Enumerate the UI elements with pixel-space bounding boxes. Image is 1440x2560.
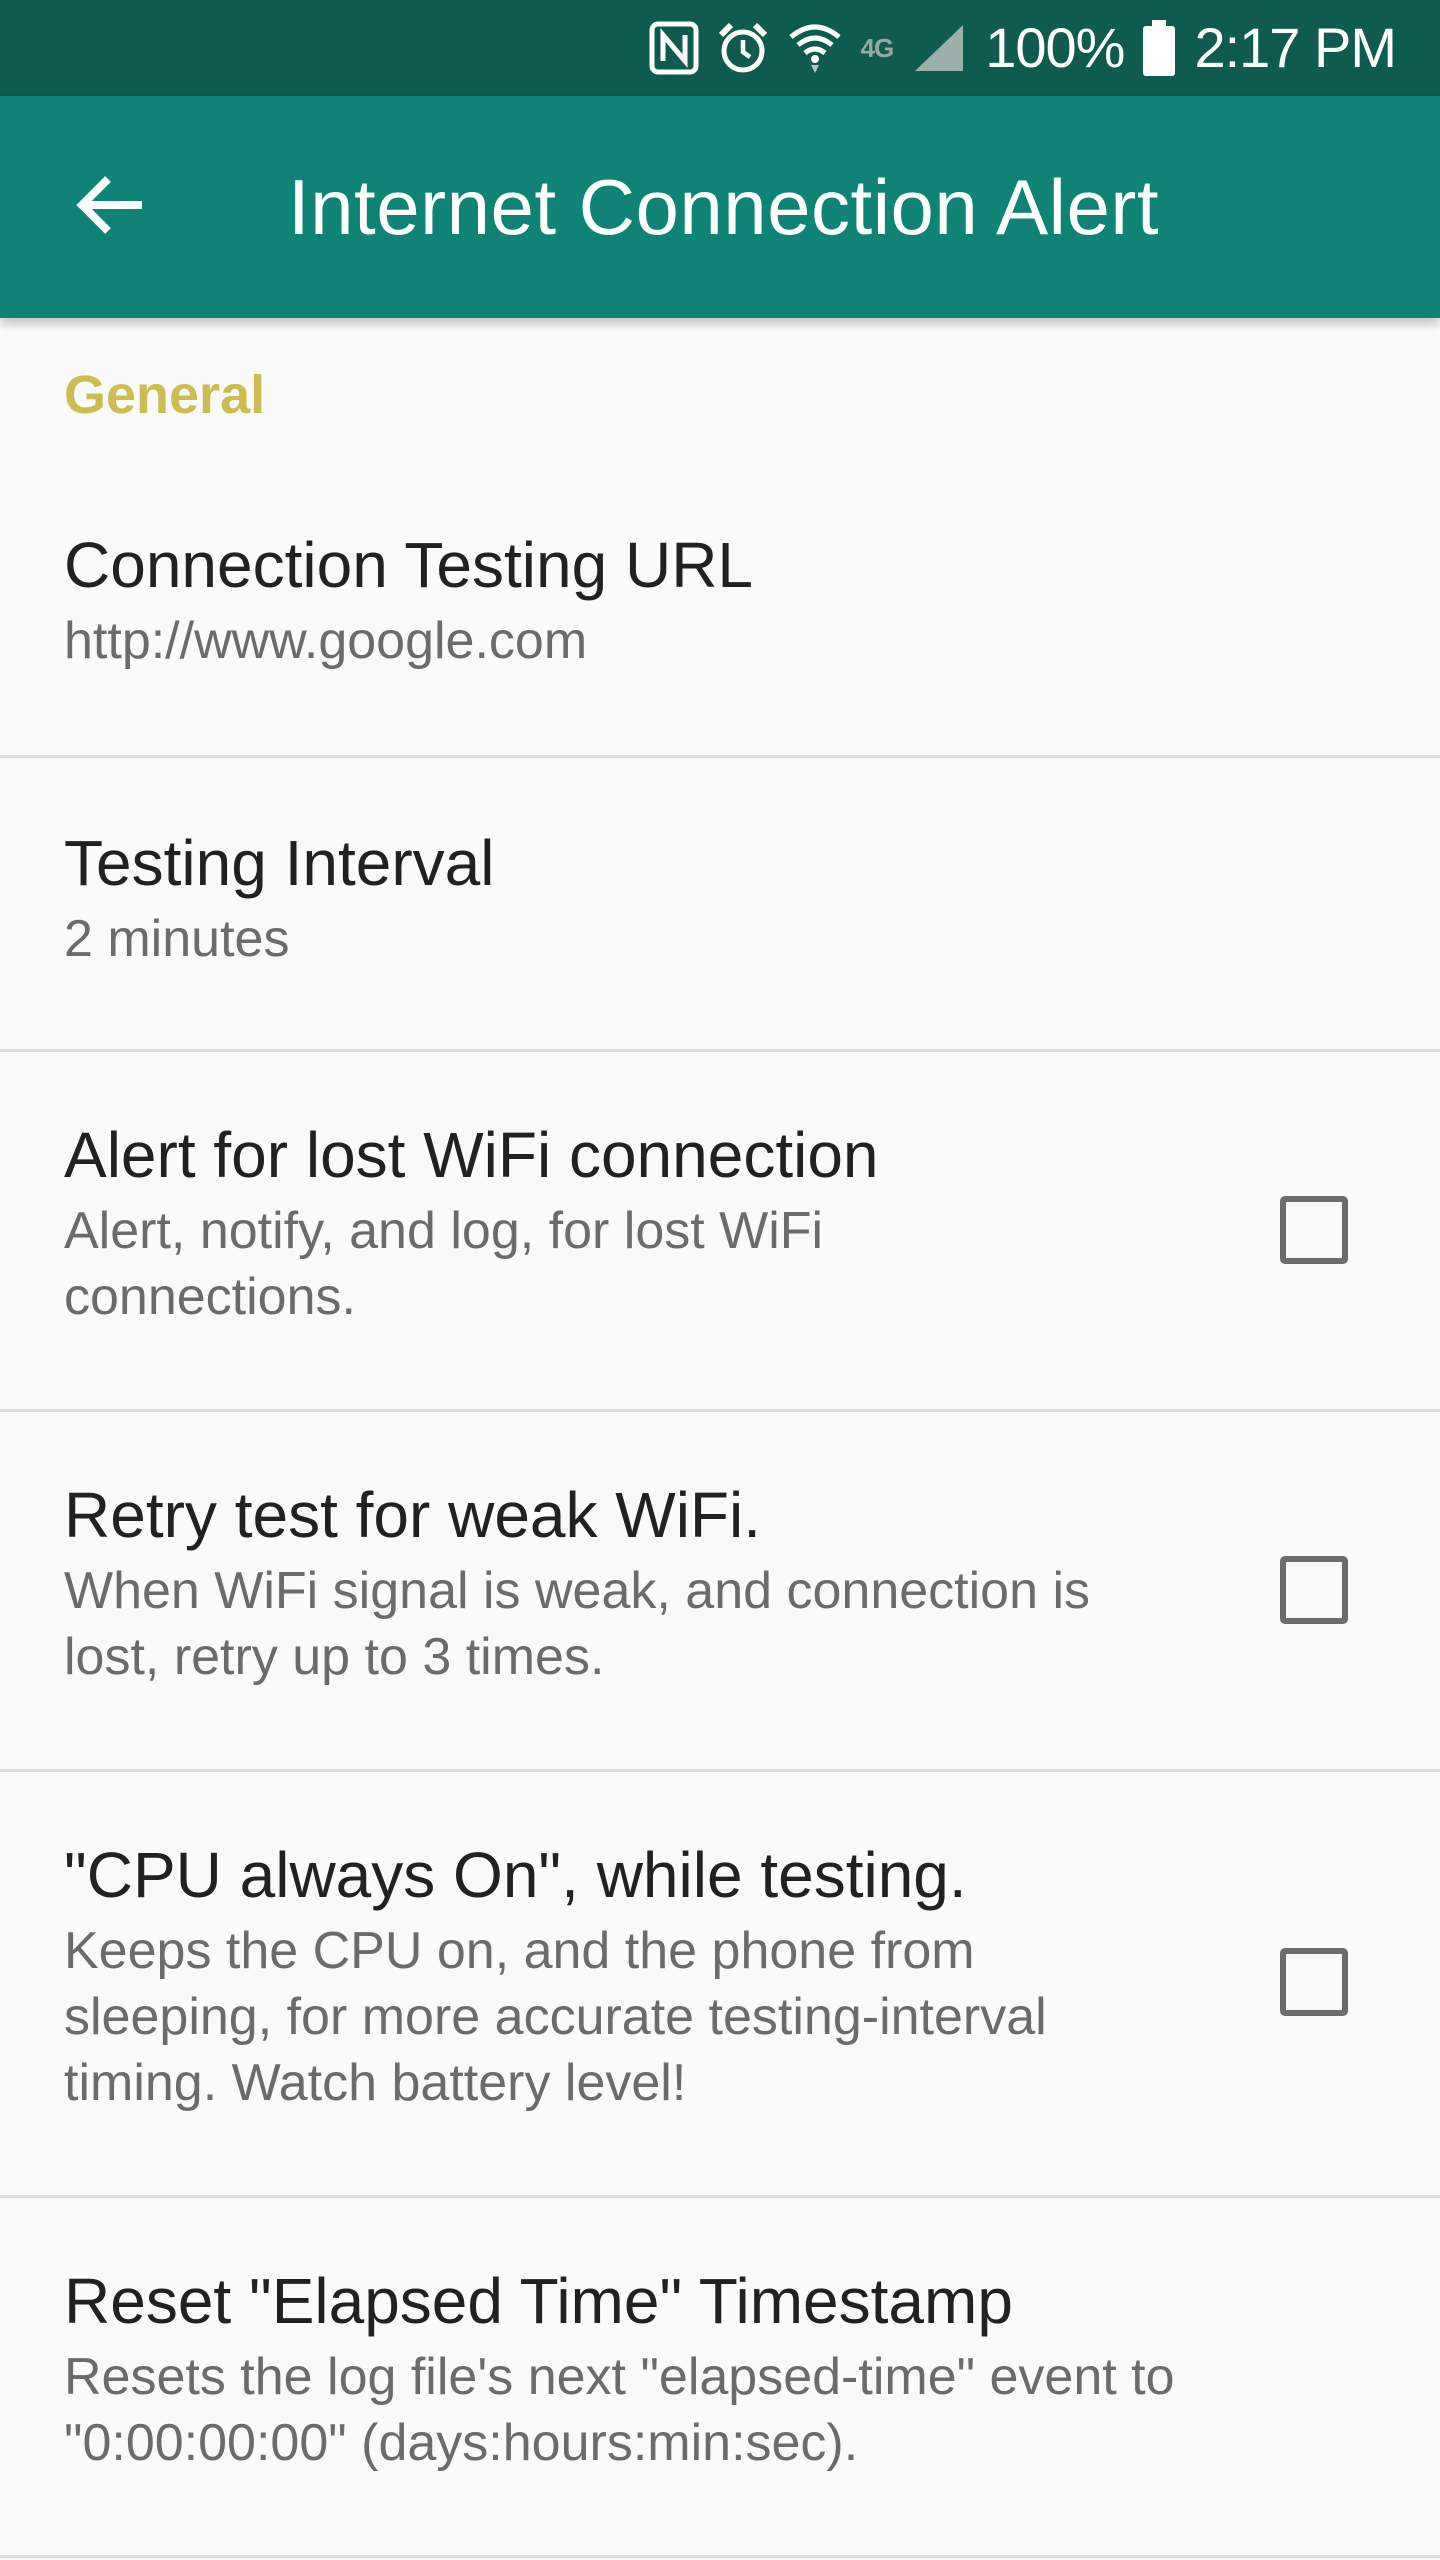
setting-summary: Keeps the CPU on, and the phone from sle…	[64, 1922, 1047, 2113]
cpu-always-on-checkbox[interactable]	[1280, 1948, 1348, 2016]
page-title: Internet Connection Alert	[288, 162, 1160, 251]
network-type-label: 4G	[860, 32, 895, 63]
setting-text: "CPU always On", while testing. Keeps th…	[64, 1840, 1184, 2116]
setting-title: Retry test for weak WiFi.	[64, 1479, 761, 1551]
section-title: General	[64, 365, 266, 425]
setting-text: Retry test for weak WiFi. When WiFi sign…	[64, 1480, 1184, 1690]
status-icons: 4G 100% 2:17 PM	[649, 0, 1397, 96]
setting-text: Reset "Elapsed Time" Timestamp Resets th…	[64, 2266, 1364, 2476]
signal-icon	[911, 18, 967, 78]
setting-row-retry-weak-wifi[interactable]: Retry test for weak WiFi. When WiFi sign…	[0, 1412, 1440, 1772]
setting-summary: http://www.google.com	[64, 612, 588, 671]
status-bar: 4G 100% 2:17 PM	[0, 0, 1440, 96]
setting-title: Reset "Elapsed Time" Timestamp	[64, 2265, 1013, 2337]
setting-title: "CPU always On", while testing.	[64, 1839, 967, 1911]
setting-title: Testing Interval	[64, 827, 495, 899]
setting-summary: 2 minutes	[64, 910, 290, 969]
setting-row-reset-elapsed-time[interactable]: Reset "Elapsed Time" Timestamp Resets th…	[0, 2198, 1440, 2558]
nfc-icon	[649, 18, 699, 78]
app-bar: Internet Connection Alert	[0, 96, 1440, 318]
battery-percent: 100%	[985, 16, 1125, 79]
arrow-left-icon	[76, 174, 146, 241]
4g-icon: 4G	[860, 18, 895, 78]
setting-text: Alert for lost WiFi connection Alert, no…	[64, 1120, 1124, 1330]
alert-lost-wifi-checkbox[interactable]	[1280, 1196, 1348, 1264]
status-time: 2:17 PM	[1194, 16, 1397, 79]
setting-text: Testing Interval 2 minutes	[64, 828, 1174, 972]
setting-row-alert-lost-wifi[interactable]: Alert for lost WiFi connection Alert, no…	[0, 1052, 1440, 1412]
setting-summary: Alert, notify, and log, for lost WiFi co…	[64, 1202, 824, 1327]
setting-row-cpu-always-on[interactable]: "CPU always On", while testing. Keeps th…	[0, 1772, 1440, 2198]
setting-row-connection-testing-url[interactable]: Connection Testing URL http://www.google…	[0, 470, 1440, 758]
setting-row-testing-interval[interactable]: Testing Interval 2 minutes	[0, 758, 1440, 1052]
setting-summary: When WiFi signal is weak, and connection…	[64, 1562, 1091, 1687]
retry-weak-wifi-checkbox[interactable]	[1280, 1556, 1348, 1624]
back-button[interactable]	[52, 148, 170, 266]
wifi-icon	[787, 18, 843, 78]
setting-summary: Resets the log file's next "elapsed-time…	[64, 2348, 1175, 2473]
setting-title: Connection Testing URL	[64, 529, 753, 601]
setting-text: Connection Testing URL http://www.google…	[64, 530, 1174, 674]
setting-title: Alert for lost WiFi connection	[64, 1119, 879, 1191]
battery-icon	[1142, 18, 1176, 78]
section-header-general: General	[0, 318, 1440, 468]
alarm-icon	[717, 18, 769, 78]
settings-list: General Connection Testing URL http://ww…	[0, 318, 1440, 468]
